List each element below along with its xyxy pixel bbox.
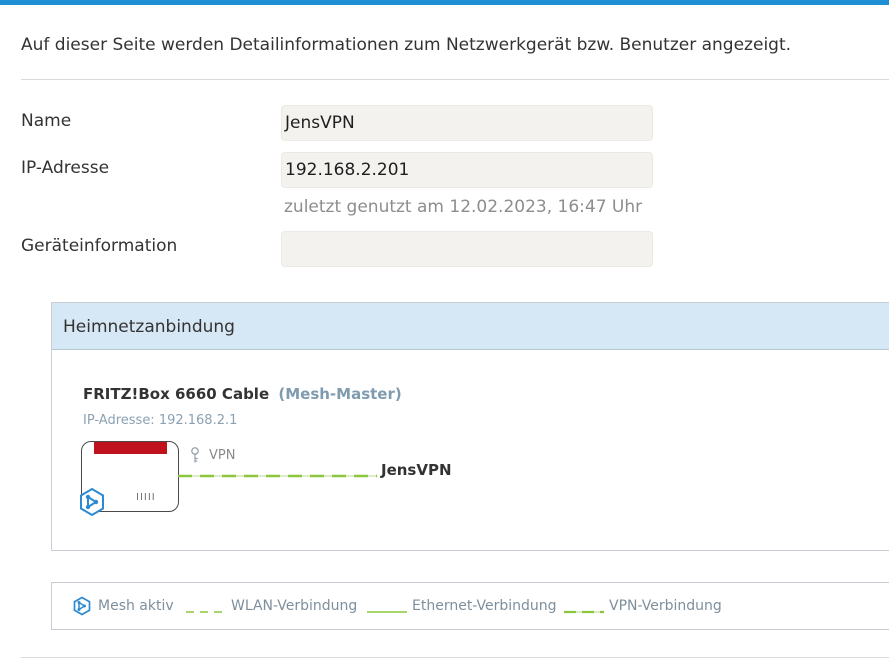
vpn-connection-label: VPN bbox=[209, 448, 236, 463]
router-ip-address: IP-Adresse: 192.168.2.1 bbox=[83, 413, 238, 428]
section-divider bbox=[21, 79, 889, 80]
home-network-panel-header: Heimnetzanbindung bbox=[52, 303, 889, 350]
key-icon bbox=[191, 447, 199, 463]
router-top-band bbox=[94, 442, 167, 454]
name-field[interactable]: JensVPN bbox=[281, 105, 653, 141]
router-name-text: FRITZ!Box 6660 Cable bbox=[83, 385, 270, 403]
ip-address-field[interactable]: 192.168.2.201 bbox=[281, 152, 653, 188]
home-network-panel-title: Heimnetzanbindung bbox=[63, 317, 235, 337]
router-name: FRITZ!Box 6660 Cable (Mesh-Master) bbox=[83, 385, 402, 403]
ethernet-line-sample bbox=[367, 611, 407, 613]
home-network-panel: Heimnetzanbindung FRITZ!Box 6660 Cable (… bbox=[51, 302, 889, 551]
last-used-timestamp: zuletzt genutzt am 12.02.2023, 16:47 Uhr bbox=[284, 197, 643, 217]
top-accent-bar bbox=[0, 0, 889, 5]
ip-address-field-value: 192.168.2.201 bbox=[285, 160, 410, 180]
legend-vpn-label: VPN-Verbindung bbox=[609, 598, 722, 614]
device-info-label: Geräteinformation bbox=[21, 236, 178, 256]
legend-ethernet-label: Ethernet-Verbindung bbox=[412, 598, 557, 614]
mesh-icon bbox=[80, 487, 104, 517]
bottom-divider bbox=[21, 657, 889, 658]
name-label: Name bbox=[21, 111, 72, 131]
vpn-line-sample bbox=[564, 610, 604, 614]
remote-device-name: JensVPN bbox=[381, 461, 452, 479]
connection-legend: Mesh aktiv WLAN-Verbindung Ethernet-Verb… bbox=[51, 582, 889, 630]
vpn-connection-line bbox=[178, 474, 377, 478]
name-field-value: JensVPN bbox=[285, 113, 355, 133]
device-info-field[interactable] bbox=[281, 231, 653, 267]
router-ports-indicator: IIIII bbox=[136, 492, 156, 503]
mesh-icon bbox=[73, 596, 91, 616]
legend-mesh-label: Mesh aktiv bbox=[98, 598, 174, 614]
ip-address-label: IP-Adresse bbox=[21, 158, 110, 178]
page-description: Auf dieser Seite werden Detailinformatio… bbox=[21, 35, 792, 55]
router-role: (Mesh-Master) bbox=[278, 385, 402, 403]
legend-wlan-label: WLAN-Verbindung bbox=[231, 598, 358, 614]
wlan-line-sample bbox=[186, 611, 226, 613]
